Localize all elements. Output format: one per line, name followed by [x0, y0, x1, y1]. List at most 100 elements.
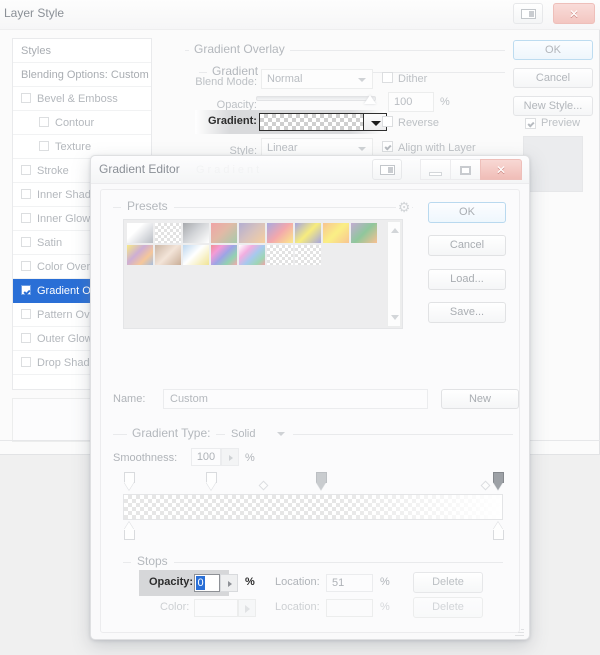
blend-mode-label: Blend Mode:: [195, 76, 257, 88]
delete-opacity-stop-button[interactable]: Delete: [413, 572, 483, 593]
layout-icon-button[interactable]: [513, 3, 543, 24]
presets-list[interactable]: [123, 219, 403, 329]
preset-swatch-spectrum[interactable]: [210, 244, 238, 266]
gradient-label: Gradient:: [208, 115, 257, 127]
cancel-button[interactable]: Cancel: [513, 68, 593, 88]
opacity-midpoint-1[interactable]: [258, 480, 269, 491]
smoothness-stepper[interactable]: [221, 448, 239, 466]
smoothness-label: Smoothness:: [113, 452, 178, 464]
preset-swatch-transparent-rainbow[interactable]: [238, 244, 266, 266]
checkbox[interactable]: [21, 93, 31, 103]
align-with-layer-checkbox[interactable]: [382, 141, 393, 152]
opacity-stop-1[interactable]: [124, 472, 135, 490]
opacity-stop-3[interactable]: [316, 472, 327, 490]
align-with-layer-label: Align with Layer: [398, 142, 476, 154]
close-icon: ✕: [495, 162, 507, 177]
preset-swatch-foreground-to-transparent[interactable]: [154, 222, 182, 244]
checkbox[interactable]: [39, 117, 49, 127]
minimize-button[interactable]: [420, 159, 450, 180]
sidebar-item-label: Blending Options: Custom: [21, 69, 149, 81]
layout-icon-button[interactable]: [372, 159, 402, 180]
stop-opacity-stepper[interactable]: [220, 574, 238, 592]
preview-checkbox[interactable]: [525, 118, 536, 129]
scroll-down-arrow-icon[interactable]: [391, 315, 399, 320]
preset-swatch-chrome[interactable]: [182, 244, 210, 266]
color-stop-location-percent-label: %: [380, 601, 390, 613]
presets-legend: Presets: [121, 199, 174, 213]
checkbox[interactable]: [39, 141, 49, 151]
new-style-button[interactable]: New Style...: [513, 96, 593, 116]
resize-grip-icon[interactable]: [515, 627, 524, 636]
opacity-slider-thumb[interactable]: [364, 95, 376, 104]
blend-mode-select[interactable]: Normal: [261, 69, 373, 89]
delete-color-stop-button: Delete: [413, 597, 483, 618]
load-button[interactable]: Load...: [428, 269, 506, 290]
preset-swatch-violet-orange[interactable]: [238, 222, 266, 244]
preset-swatch-violet-green-orange[interactable]: [350, 222, 378, 244]
opacity-slider[interactable]: [256, 96, 376, 101]
color-stop-location-label: Location:: [275, 601, 320, 613]
checkbox[interactable]: [21, 357, 31, 367]
opacity-stop-4-selected[interactable]: [493, 472, 504, 490]
sidebar-item-blending-options[interactable]: Blending Options: Custom: [13, 63, 151, 87]
color-stop-tip: [493, 522, 503, 530]
ok-button[interactable]: OK: [428, 202, 506, 223]
preset-swatch-red-green[interactable]: [210, 222, 238, 244]
gradient-strip[interactable]: [123, 494, 503, 520]
checkbox[interactable]: [21, 213, 31, 223]
preset-swatch-blue-yellow-blue[interactable]: [294, 222, 322, 244]
preset-swatch-foreground-to-background[interactable]: [126, 222, 154, 244]
cancel-button[interactable]: Cancel: [428, 235, 506, 256]
reverse-checkbox[interactable]: [382, 116, 393, 127]
chevron-down-icon: [358, 78, 366, 82]
opacity-stop-2[interactable]: [206, 472, 217, 490]
preset-swatch-black-white[interactable]: [182, 222, 210, 244]
gradient-type-group: Gradient Type: Solid Smoothness: 100 % S…: [113, 424, 513, 622]
opacity-input[interactable]: 100: [388, 92, 434, 112]
scroll-up-arrow-icon[interactable]: [391, 228, 399, 233]
background-ghost-text: Gradient: [196, 164, 263, 176]
color-stop-2[interactable]: [493, 522, 504, 540]
checkbox[interactable]: [21, 237, 31, 247]
checkbox[interactable]: [21, 189, 31, 199]
gradient-preview-swatch[interactable]: [259, 113, 364, 131]
gradient-type-value: Solid: [231, 428, 256, 440]
name-input[interactable]: Custom: [163, 389, 428, 409]
checkbox[interactable]: [21, 165, 31, 175]
sidebar-item-bevel-emboss[interactable]: Bevel & Emboss: [13, 87, 151, 111]
preview-label: Preview: [541, 117, 581, 129]
gradient-type-select[interactable]: Solid: [225, 424, 293, 444]
preset-swatch-yellow-violet-orange-blue[interactable]: [126, 244, 154, 266]
opacity-stop-tip: [206, 482, 216, 490]
preset-swatch-checker[interactable]: [294, 244, 322, 266]
gradient-editor-title: Gradient Editor: [99, 162, 180, 176]
gradient-overlay-legend: Gradient Overlay: [189, 42, 290, 56]
checkbox[interactable]: [21, 333, 31, 343]
preset-swatch-copper[interactable]: [154, 244, 182, 266]
save-button[interactable]: Save...: [428, 302, 506, 323]
layout-icon: [380, 165, 395, 175]
gradient-editor-titlebar[interactable]: Gradient Editor Gradient ✕: [91, 156, 529, 184]
preset-swatch-blue-red-yellow[interactable]: [266, 222, 294, 244]
checkbox[interactable]: [21, 285, 31, 295]
stop-location-input[interactable]: 51: [326, 574, 373, 592]
presets-scrollbar[interactable]: [387, 221, 401, 327]
style-value: Linear: [267, 142, 298, 154]
maximize-button[interactable]: [450, 159, 480, 180]
dither-checkbox[interactable]: [382, 72, 393, 83]
ok-button[interactable]: OK: [513, 40, 593, 60]
checkbox[interactable]: [21, 309, 31, 319]
close-button[interactable]: ✕: [480, 159, 522, 180]
preset-swatch-transparent-stripes[interactable]: [266, 244, 294, 266]
close-button[interactable]: ✕: [553, 3, 595, 24]
preset-swatch-orange-yellow-orange[interactable]: [322, 222, 350, 244]
opacity-midpoint-2[interactable]: [480, 480, 491, 491]
smoothness-input[interactable]: 100: [191, 448, 221, 466]
color-stop-1[interactable]: [124, 522, 135, 540]
checkbox[interactable]: [21, 261, 31, 271]
stop-opacity-input[interactable]: 0: [194, 574, 220, 592]
preset-swatch-grid[interactable]: [126, 222, 384, 266]
gear-icon[interactable]: ⚙: [396, 199, 412, 215]
sidebar-item-contour[interactable]: Contour: [13, 111, 151, 135]
new-button[interactable]: New: [441, 389, 519, 409]
